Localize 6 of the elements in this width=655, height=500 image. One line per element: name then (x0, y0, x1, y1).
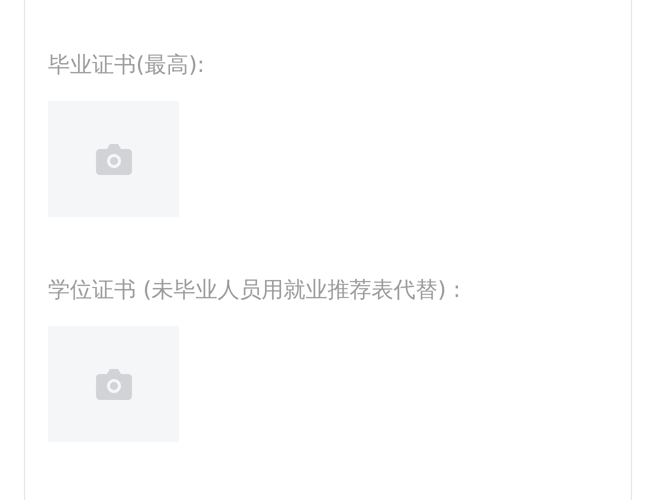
field-label: 毕业证书(最高): (48, 52, 206, 80)
camera-icon (96, 143, 132, 175)
photo-upload-button[interactable] (48, 326, 179, 442)
photo-upload-button[interactable] (48, 101, 179, 217)
field-label: 学位证书 (未毕业人员用就业推荐表代替) : (48, 277, 462, 305)
camera-icon (96, 368, 132, 400)
